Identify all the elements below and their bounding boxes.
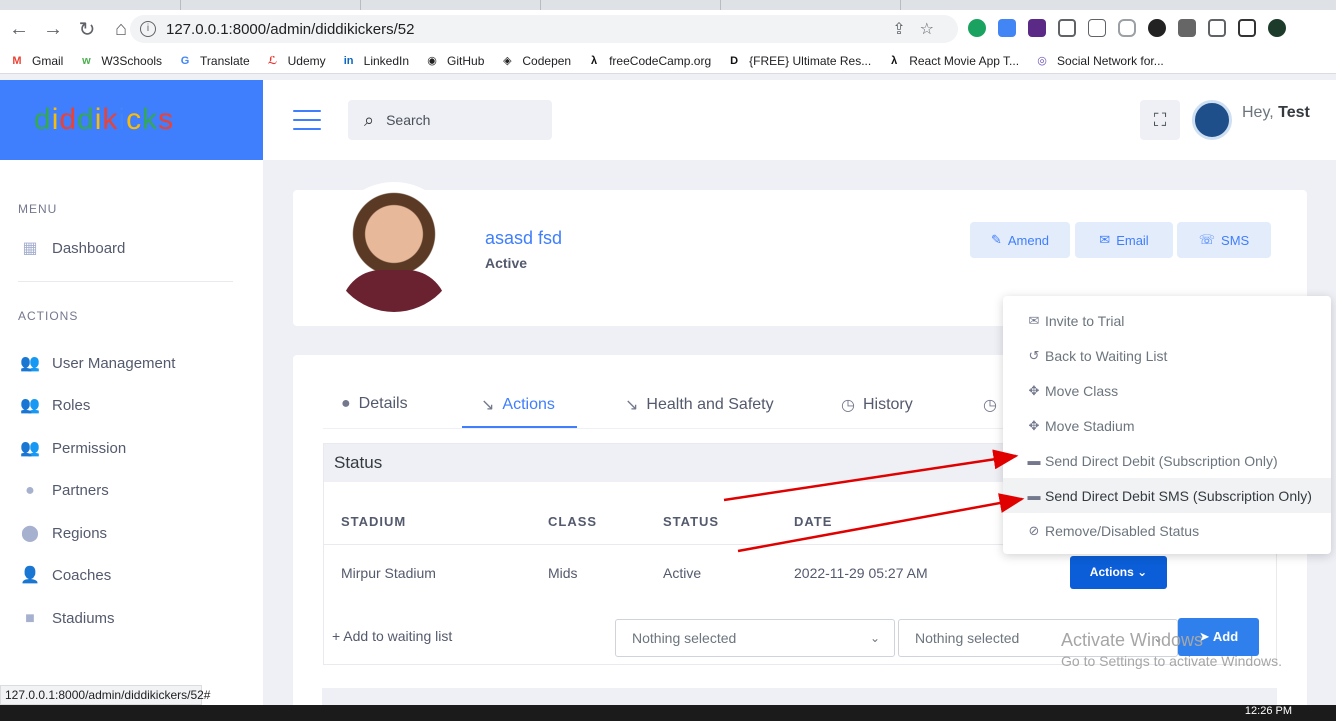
annotation-arrows — [723, 449, 1025, 553]
windows-activation-watermark: Activate Windows Go to Settings to activ… — [1061, 630, 1282, 669]
annotation-arrow — [737, 493, 1025, 553]
taskbar-clock[interactable]: 12:26 PM — [1245, 705, 1292, 717]
watermark-line2: Go to Settings to activate Windows. — [1061, 653, 1282, 669]
link-status-bubble: 127.0.0.1:8000/admin/diddikickers/52# — [0, 685, 210, 705]
windows-taskbar: 12:26 PM — [0, 705, 1336, 721]
watermark-line1: Activate Windows — [1061, 630, 1204, 650]
annotation-arrow — [723, 449, 1019, 502]
